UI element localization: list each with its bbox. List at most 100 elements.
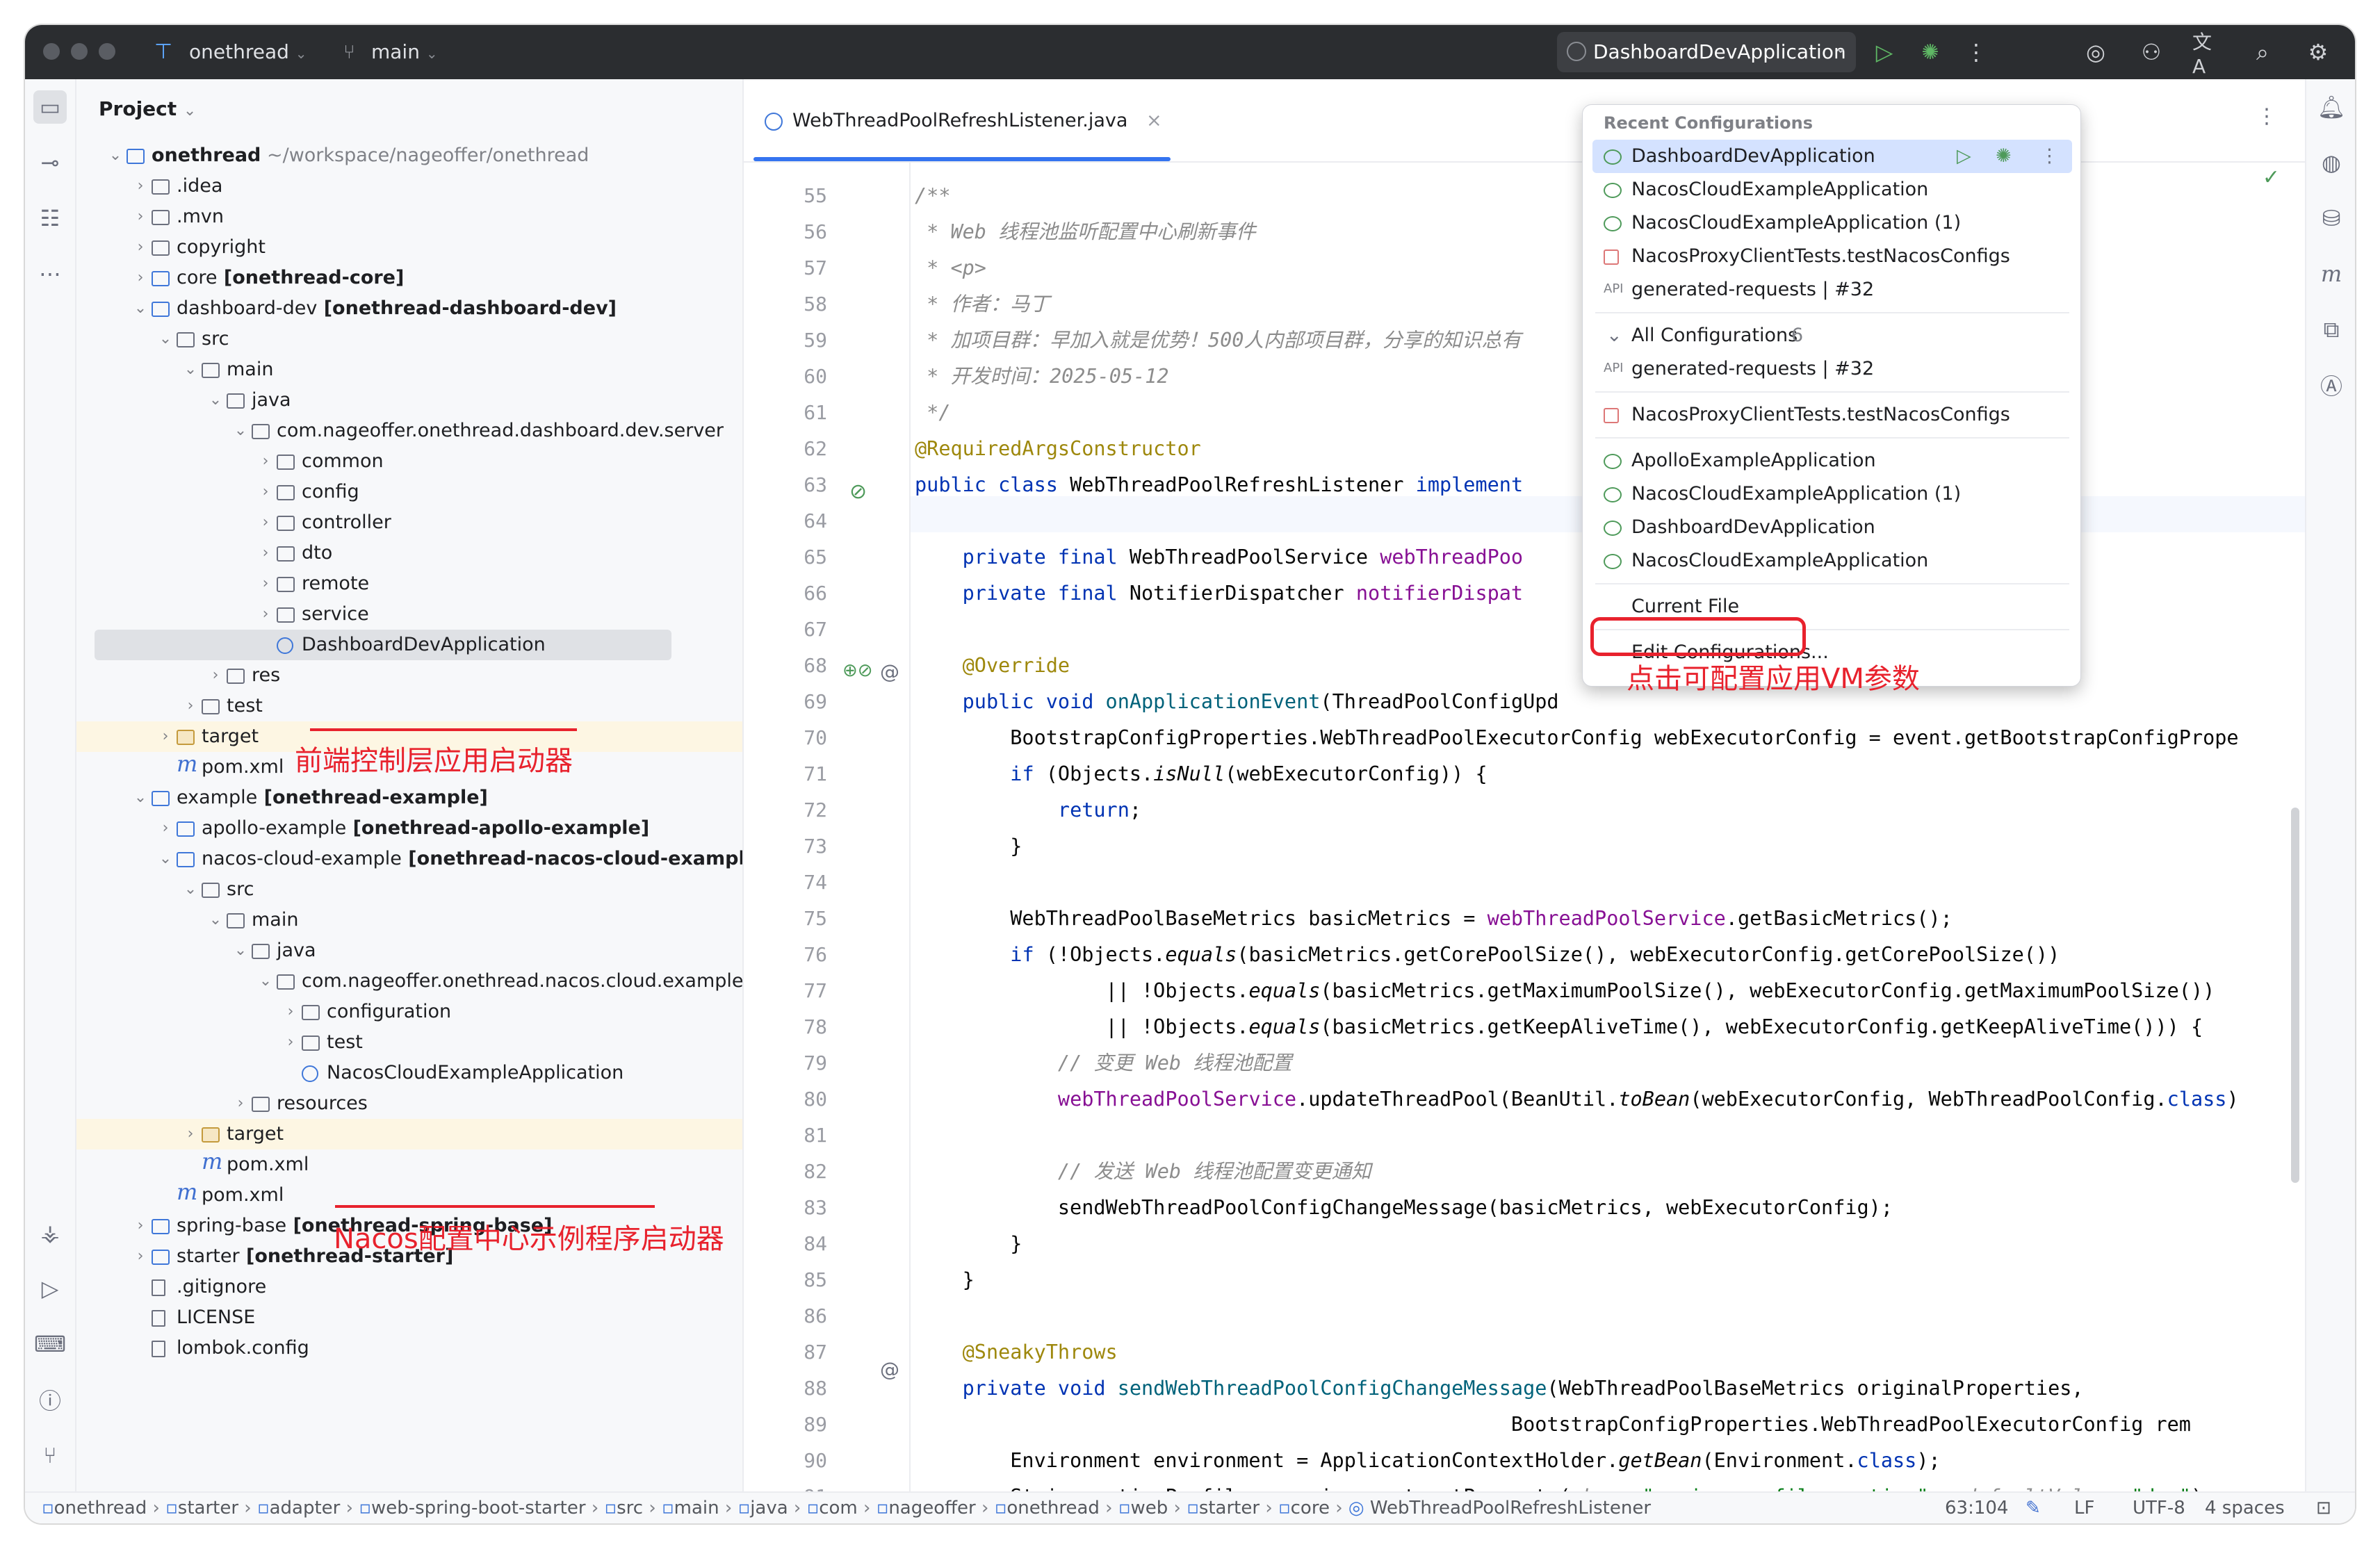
code-line[interactable]: public void onApplicationEvent(ThreadPoo… bbox=[915, 684, 1559, 720]
text-icon[interactable]: Ⓐ bbox=[2315, 368, 2348, 402]
annotation-at-icon[interactable]: @ bbox=[880, 660, 899, 683]
tree-item[interactable]: ⌄ example [onethread-example] bbox=[76, 783, 742, 813]
ai-chat-icon[interactable]: ◍ bbox=[2315, 146, 2348, 179]
tree-item[interactable]: LICENSE bbox=[76, 1302, 742, 1333]
project-switcher[interactable]: onethread ⌄ bbox=[189, 40, 307, 64]
commit-icon[interactable]: ⊸ bbox=[33, 146, 67, 179]
tree-item[interactable]: › resources bbox=[76, 1088, 742, 1119]
chevron-down-icon[interactable]: ⌄ bbox=[132, 293, 149, 324]
tree-item[interactable]: › controller bbox=[76, 507, 742, 538]
tree-item[interactable]: › remote bbox=[76, 568, 742, 599]
more-vertical-icon[interactable]: ⋮ bbox=[2256, 104, 2277, 129]
override-icon[interactable]: ⊕⊘ bbox=[842, 660, 873, 681]
chevron-right-icon[interactable]: › bbox=[257, 477, 274, 507]
code-line[interactable]: if (!Objects.equals(basicMetrics.getCore… bbox=[915, 937, 2060, 973]
configuration-item[interactable]: NacosCloudExampleApplication bbox=[1583, 173, 2080, 206]
chevron-right-icon[interactable]: › bbox=[282, 1027, 299, 1058]
run-icon[interactable]: ▷ bbox=[1957, 140, 1971, 173]
close-tab-icon[interactable]: × bbox=[1146, 110, 1162, 131]
tree-item[interactable]: .gitignore bbox=[76, 1272, 742, 1302]
tree-item[interactable]: ⌄ nacos-cloud-example [onethread-nacos-cl… bbox=[76, 844, 742, 874]
add-user-icon[interactable]: ⚇ bbox=[2137, 38, 2166, 67]
structure-icon[interactable]: ☷ bbox=[33, 202, 67, 235]
editor-tab[interactable]: WebThreadPoolRefreshListener.java × bbox=[765, 93, 1162, 149]
configuration-item[interactable]: ApolloExampleApplication bbox=[1583, 444, 2080, 477]
git-icon[interactable]: ⑂ bbox=[33, 1439, 67, 1472]
code-line[interactable]: if (Objects.isNull(webExecutorConfig)) { bbox=[915, 756, 1487, 792]
search-icon[interactable]: ⌕ bbox=[2248, 38, 2277, 67]
code-line[interactable]: @SneakyThrows bbox=[915, 1334, 1118, 1370]
breadcrumb-item[interactable]: onethread bbox=[54, 1498, 147, 1519]
code-line[interactable]: BootstrapConfigProperties.WebThreadPoolE… bbox=[915, 720, 2238, 756]
breadcrumb-item[interactable]: java bbox=[750, 1498, 788, 1519]
chevron-down-icon[interactable]: ⌄ bbox=[157, 324, 174, 354]
tree-item[interactable]: ⌄ main bbox=[76, 354, 742, 385]
chevron-down-icon[interactable]: ⌄ bbox=[157, 844, 174, 874]
line-separator[interactable]: LF bbox=[2074, 1493, 2094, 1523]
chevron-right-icon[interactable]: › bbox=[132, 1241, 149, 1272]
all-configurations-toggle[interactable]: ⌄ All Configurations 6 bbox=[1583, 319, 2080, 352]
notifications-icon[interactable]: 🔔︎ bbox=[2315, 90, 2348, 124]
debug-icon[interactable]: ✺ bbox=[1916, 38, 1945, 67]
configuration-item[interactable]: DashboardDevApplication ▷ ✺ ⋮ bbox=[1592, 140, 2072, 173]
chevron-right-icon[interactable]: › bbox=[257, 568, 274, 599]
project-folder-icon[interactable]: ▭ bbox=[33, 90, 67, 124]
tree-item[interactable]: › apollo-example [onethread-apollo-exampl… bbox=[76, 813, 742, 844]
services-icon[interactable]: ⚶ bbox=[33, 1216, 67, 1250]
gear-icon[interactable]: ⚙ bbox=[2304, 38, 2333, 67]
chevron-right-icon[interactable]: › bbox=[157, 721, 174, 752]
tree-item[interactable]: › copyright bbox=[76, 232, 742, 263]
chevron-right-icon[interactable]: › bbox=[132, 1211, 149, 1241]
chevron-down-icon[interactable]: ⌄ bbox=[207, 385, 224, 416]
minimize-window-button[interactable] bbox=[71, 43, 88, 60]
terminal-icon[interactable]: ⌨ bbox=[33, 1327, 67, 1361]
file-encoding[interactable]: UTF-8 bbox=[2133, 1493, 2185, 1523]
chevron-right-icon[interactable]: › bbox=[257, 599, 274, 630]
annotation-at-icon[interactable]: @ bbox=[880, 1358, 899, 1381]
chevron-down-icon[interactable]: ⌄ bbox=[207, 905, 224, 935]
tree-item[interactable]: › config bbox=[76, 477, 742, 507]
code-line[interactable]: String activeProfile = environment.getPr… bbox=[915, 1479, 2215, 1491]
tree-item[interactable]: ⌄ dashboard-dev [onethread-dashboard-dev] bbox=[76, 293, 742, 324]
tree-item[interactable]: › core [onethread-core] bbox=[76, 263, 742, 293]
tree-item[interactable]: ⌄ main bbox=[76, 905, 742, 935]
configuration-item[interactable]: DashboardDevApplication bbox=[1583, 511, 2080, 544]
chevron-right-icon[interactable]: › bbox=[182, 691, 199, 721]
code-line[interactable]: BootstrapConfigProperties.WebThreadPoolE… bbox=[915, 1407, 2191, 1443]
code-line[interactable]: // 变更 Web 线程池配置 bbox=[915, 1045, 1292, 1081]
code-line[interactable]: } bbox=[915, 828, 1022, 865]
branch-switcher[interactable]: main ⌄ bbox=[371, 40, 438, 64]
configuration-item[interactable]: API generated-requests | #32 bbox=[1583, 273, 2080, 306]
tree-item[interactable]: › target bbox=[76, 1119, 742, 1149]
tree-item[interactable]: ⌄ src bbox=[76, 324, 742, 354]
breadcrumb-item[interactable]: web bbox=[1130, 1498, 1168, 1519]
breadcrumb-item[interactable]: onethread bbox=[1006, 1498, 1100, 1519]
code-line[interactable]: } bbox=[915, 1262, 975, 1298]
chevron-right-icon[interactable]: › bbox=[182, 1119, 199, 1149]
code-line[interactable]: Environment environment = ApplicationCon… bbox=[915, 1443, 1940, 1479]
chevron-down-icon[interactable]: ⌄ bbox=[232, 416, 249, 446]
more-vertical-icon[interactable]: ⋮ bbox=[1962, 38, 1991, 67]
problems-icon[interactable]: ⓘ bbox=[33, 1383, 67, 1416]
tree-item[interactable]: › dto bbox=[76, 538, 742, 568]
code-line[interactable]: sendWebThreadPoolConfigChangeMessage(bas… bbox=[915, 1190, 1893, 1226]
code-line[interactable]: /** bbox=[915, 178, 950, 214]
tree-item[interactable]: m pom.xml bbox=[76, 1149, 742, 1180]
run-config-selector[interactable]: DashboardDevApplication ⌄ bbox=[1557, 32, 1856, 72]
tree-item[interactable]: ⌄ java bbox=[76, 385, 742, 416]
breadcrumb-item[interactable]: web-spring-boot-starter bbox=[371, 1498, 586, 1519]
tree-item[interactable]: lombok.config bbox=[76, 1333, 742, 1364]
chevron-right-icon[interactable]: › bbox=[257, 446, 274, 477]
zoom-window-button[interactable] bbox=[99, 43, 115, 60]
debug-icon[interactable]: ✺ bbox=[1996, 140, 2012, 173]
breadcrumb-item[interactable]: main bbox=[674, 1498, 719, 1519]
chevron-down-icon[interactable]: ⌄ bbox=[257, 966, 274, 997]
breadcrumb-item[interactable]: WebThreadPoolRefreshListener bbox=[1370, 1498, 1651, 1519]
tree-item[interactable]: › .idea bbox=[76, 171, 742, 202]
tree-item[interactable]: NacosCloudExampleApplication bbox=[76, 1058, 742, 1088]
code-line[interactable]: */ bbox=[915, 395, 950, 431]
tree-item[interactable]: › configuration bbox=[76, 997, 742, 1027]
chevron-right-icon[interactable]: › bbox=[157, 813, 174, 844]
code-line[interactable]: private final NotifierDispatcher notifie… bbox=[915, 575, 1523, 612]
chevron-right-icon[interactable]: › bbox=[132, 263, 149, 293]
